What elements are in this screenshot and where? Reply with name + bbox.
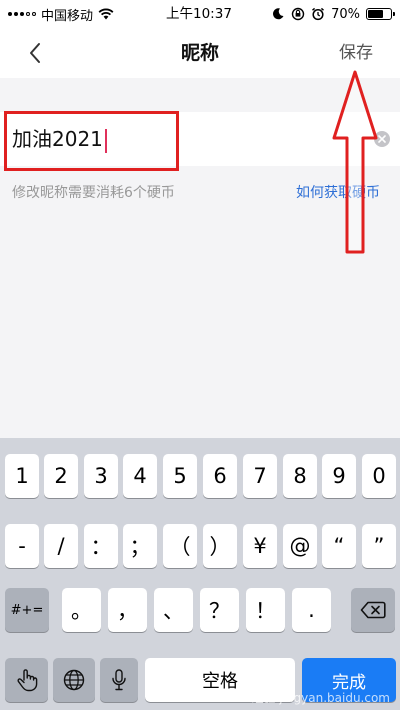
key-hyphen[interactable]: - <box>5 524 39 568</box>
key-semicolon[interactable]: ； <box>123 524 157 568</box>
key-quote-close[interactable]: ” <box>362 524 396 568</box>
key-fullstop[interactable]: 。 <box>62 588 101 632</box>
save-button[interactable]: 保存 <box>339 28 373 78</box>
battery-fill <box>368 10 384 18</box>
clear-button[interactable] <box>374 131 390 147</box>
text-caret <box>104 128 107 153</box>
key-comma[interactable]: ， <box>108 588 147 632</box>
back-button[interactable] <box>20 38 50 68</box>
key-paren-close[interactable]: ） <box>203 524 237 568</box>
nickname-input[interactable]: 加油2021 <box>12 112 107 166</box>
keyboard: 1 2 3 4 5 6 7 8 9 0 - / ： ； （ ） ¥ @ “ ” … <box>0 438 400 710</box>
key-slash[interactable]: / <box>44 524 78 568</box>
nickname-row: 加油2021 <box>0 112 400 166</box>
moon-icon <box>273 8 284 20</box>
close-icon <box>378 135 386 143</box>
symbols-toggle-key[interactable]: #+= <box>5 588 49 632</box>
chevron-left-icon <box>30 43 40 63</box>
rotation-lock-icon <box>291 7 305 21</box>
key-yen[interactable]: ¥ <box>243 524 277 568</box>
hint-text: 修改昵称需要消耗6个硬币 <box>12 185 175 201</box>
key-6[interactable]: 6 <box>203 454 237 498</box>
key-8[interactable]: 8 <box>283 454 317 498</box>
key-2[interactable]: 2 <box>44 454 78 498</box>
key-dot[interactable]: . <box>292 588 331 632</box>
status-left: 中国移动 <box>8 0 114 28</box>
key-0[interactable]: 0 <box>362 454 396 498</box>
backspace-key[interactable] <box>351 588 395 632</box>
battery-percent: 70% <box>331 6 360 22</box>
nickname-value: 加油2021 <box>12 127 103 151</box>
key-3[interactable]: 3 <box>84 454 118 498</box>
microphone-icon <box>112 669 126 691</box>
help-link[interactable]: 如何获取硬币 <box>296 182 380 202</box>
key-1[interactable]: 1 <box>5 454 39 498</box>
watermark: Bai 经验 jingyan.baidu.com <box>228 691 390 705</box>
status-right: 70% <box>271 0 395 28</box>
nav-bar: 昵称 保存 <box>0 28 400 78</box>
key-question[interactable]: ？ <box>200 588 239 632</box>
key-quote-open[interactable]: “ <box>322 524 356 568</box>
key-at[interactable]: @ <box>283 524 317 568</box>
microphone-key[interactable] <box>100 658 138 702</box>
wifi-icon <box>98 8 114 20</box>
handwriting-key[interactable] <box>5 658 48 702</box>
backspace-icon <box>360 601 386 619</box>
hand-pointer-icon <box>16 669 37 692</box>
key-paren-open[interactable]: （ <box>163 524 197 568</box>
key-7[interactable]: 7 <box>243 454 277 498</box>
key-4[interactable]: 4 <box>123 454 157 498</box>
key-9[interactable]: 9 <box>322 454 356 498</box>
globe-icon <box>63 669 85 691</box>
key-5[interactable]: 5 <box>163 454 197 498</box>
clock: 上午10:37 <box>166 6 232 22</box>
battery-icon <box>366 8 395 20</box>
carrier-label: 中国移动 <box>41 8 94 24</box>
content-area: 加油2021 修改昵称需要消耗6个硬币 如何获取硬币 <box>0 78 400 438</box>
key-enum-comma[interactable]: 、 <box>154 588 193 632</box>
alarm-icon <box>312 7 325 21</box>
key-exclamation[interactable]: ！ <box>246 588 285 632</box>
key-colon[interactable]: ： <box>84 524 118 568</box>
signal-icon <box>8 12 36 16</box>
globe-key[interactable] <box>53 658 95 702</box>
status-bar: 中国移动 上午10:37 70% <box>0 0 400 28</box>
